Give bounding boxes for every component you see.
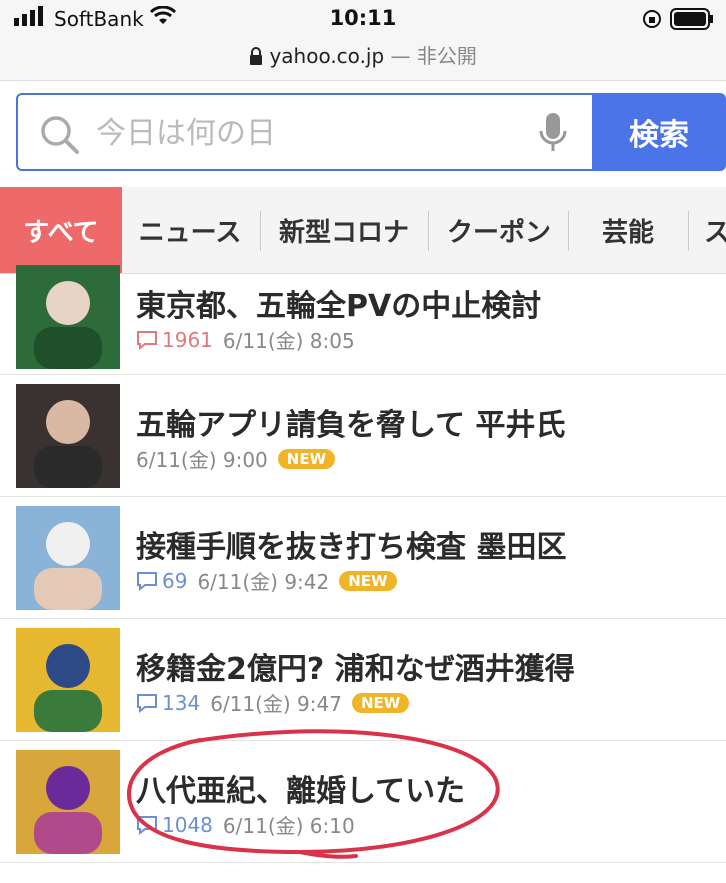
url-text: yahoo.co.jp <box>269 44 385 68</box>
news-meta: 6/11(金) 9:00 NEW <box>136 444 336 473</box>
address-bar[interactable]: yahoo.co.jp — 非公開 <box>0 40 726 69</box>
news-thumbnail <box>16 384 120 488</box>
news-item[interactable]: 東京都、五輪全PVの中止検討 1961 6/11(金) 8:05 <box>0 265 726 375</box>
new-badge: NEW <box>339 570 397 591</box>
news-date: 6/11(金) 6:10 <box>222 814 355 838</box>
comment-count[interactable]: 1048 <box>136 813 213 837</box>
comment-count-value: 69 <box>162 568 188 593</box>
news-item[interactable]: 八代亜紀、離婚していた 1048 6/11(金) 6:10 <box>0 740 726 863</box>
comment-count-value: 1048 <box>162 812 213 837</box>
news-date: 6/11(金) 8:05 <box>222 329 355 353</box>
news-title[interactable]: 東京都、五輪全PVの中止検討 <box>136 281 541 325</box>
search-icon <box>40 115 80 159</box>
news-item[interactable]: 接種手順を抜き打ち検査 墨田区 69 6/11(金) 9:42 NEW <box>0 496 726 619</box>
comment-count[interactable]: 1961 <box>136 328 213 352</box>
news-thumbnail <box>16 750 120 854</box>
news-thumbnail <box>16 506 120 610</box>
comment-count[interactable]: 134 <box>136 691 200 715</box>
tab-sports[interactable]: ス <box>690 187 726 273</box>
news-title[interactable]: 接種手順を抜き打ち検査 墨田区 <box>136 522 566 566</box>
new-badge: NEW <box>351 692 410 713</box>
comment-icon <box>137 693 157 713</box>
status-bar: SoftBank 10:11 yahoo.co.jp — 非公開 <box>0 0 726 80</box>
category-tabs: すべて ニュース 新型コロナ クーポン 芸能 ス <box>0 187 726 274</box>
search-box[interactable] <box>16 93 592 171</box>
battery-icon <box>670 8 714 34</box>
lock-icon <box>249 44 269 68</box>
comment-icon <box>137 815 157 835</box>
tab-news[interactable]: ニュース <box>122 187 258 273</box>
comment-count[interactable]: 69 <box>136 569 187 593</box>
news-meta: 69 6/11(金) 9:42 NEW <box>136 566 397 595</box>
tab-divider <box>568 211 569 251</box>
tab-divider <box>428 211 429 251</box>
comment-icon <box>137 571 157 591</box>
news-date: 6/11(金) 9:47 <box>210 692 342 716</box>
news-thumbnail <box>16 265 120 369</box>
news-item[interactable]: 五輪アプリ請負を脅して 平井氏 6/11(金) 9:00 NEW <box>0 374 726 497</box>
news-date: 6/11(金) 9:42 <box>197 570 330 594</box>
news-thumbnail <box>16 628 120 732</box>
microphone-icon[interactable] <box>538 111 568 159</box>
tab-all[interactable]: すべて <box>0 187 122 273</box>
tab-covid[interactable]: 新型コロナ <box>262 187 426 273</box>
comment-icon <box>137 330 157 350</box>
search-input[interactable] <box>94 109 518 157</box>
news-meta: 134 6/11(金) 9:47 NEW <box>136 688 410 717</box>
tab-entertainment[interactable]: 芸能 <box>570 187 686 273</box>
clock: 10:11 <box>329 6 397 30</box>
search-button[interactable]: 検索 <box>592 93 726 171</box>
news-meta: 1961 6/11(金) 8:05 <box>136 325 355 354</box>
comment-count-value: 1961 <box>162 327 213 352</box>
url-suffix: — 非公開 <box>390 44 477 68</box>
comment-count-value: 134 <box>162 690 201 715</box>
tab-divider <box>260 211 261 251</box>
news-meta: 1048 6/11(金) 6:10 <box>136 810 355 839</box>
divider <box>0 80 726 81</box>
news-item[interactable]: 移籍金2億円? 浦和なぜ酒井獲得 134 6/11(金) 9:47 NEW <box>0 618 726 741</box>
news-date: 6/11(金) 9:00 <box>136 448 268 472</box>
new-badge: NEW <box>277 448 336 469</box>
news-title[interactable]: 八代亜紀、離婚していた <box>136 766 465 810</box>
tab-coupon[interactable]: クーポン <box>430 187 568 273</box>
rotation-lock-icon <box>642 9 662 33</box>
tab-divider <box>688 211 689 251</box>
news-title[interactable]: 移籍金2億円? 浦和なぜ酒井獲得 <box>136 644 575 688</box>
status-right <box>642 8 714 34</box>
news-title[interactable]: 五輪アプリ請負を脅して 平井氏 <box>136 400 566 444</box>
